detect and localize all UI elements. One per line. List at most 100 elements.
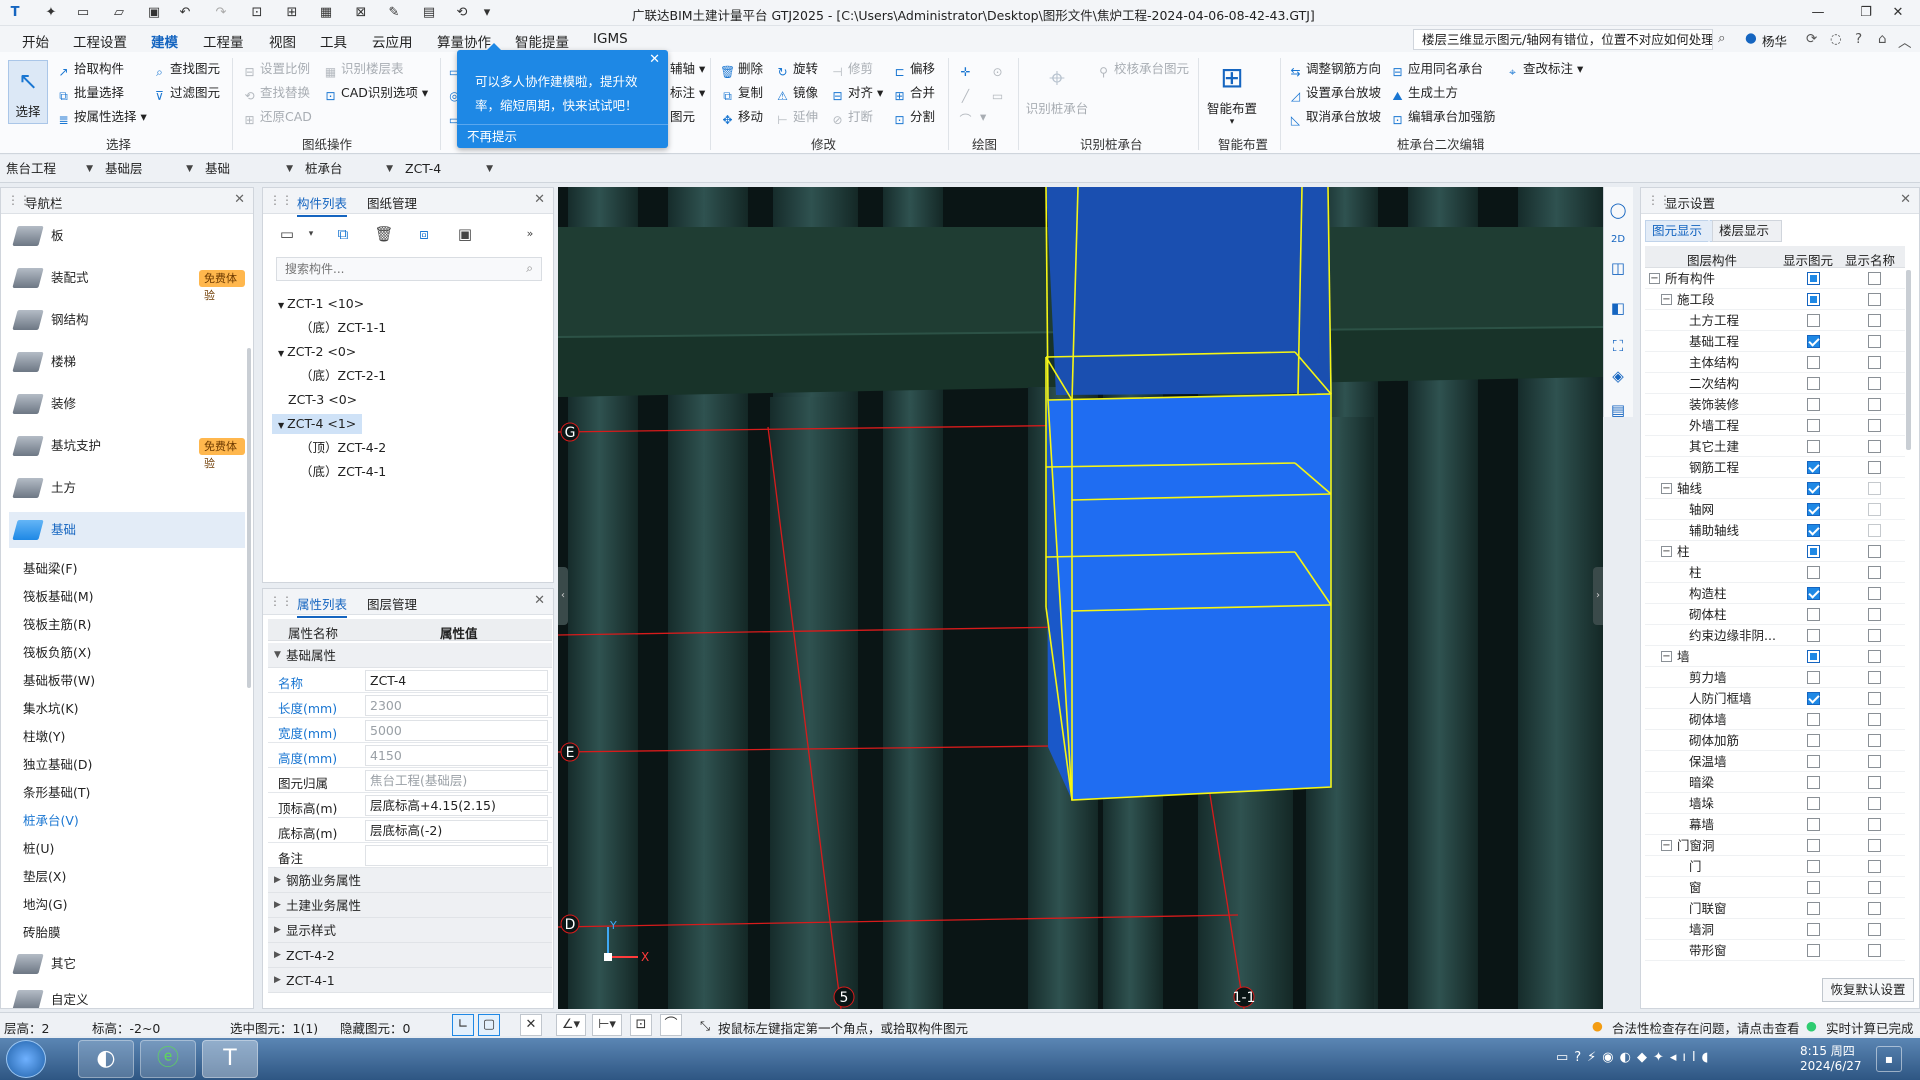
- nav-subitem[interactable]: 筏板主筋(R): [23, 614, 91, 633]
- copy-component-icon[interactable]: ⧉: [332, 223, 354, 245]
- component-select[interactable]: ZCT-4 ▼: [401, 158, 497, 180]
- show-name-checkbox[interactable]: [1868, 776, 1881, 789]
- adjust-rebar-direction-button[interactable]: ⇆ 调整钢筋方向: [1288, 59, 1381, 79]
- nav-subitem[interactable]: 柱墩(Y): [23, 726, 65, 745]
- show-name-checkbox[interactable]: [1868, 734, 1881, 747]
- grip-icon[interactable]: ⋮⋮: [269, 594, 293, 608]
- nav-subitem[interactable]: 筏板基础(M): [23, 586, 94, 605]
- pile-cap-zct-4[interactable]: [1045, 187, 1332, 801]
- quick-tool-3-icon[interactable]: ▦: [317, 4, 335, 22]
- show-element-checkbox[interactable]: [1807, 713, 1820, 726]
- tree-item[interactable]: ▼ ZCT-1 <10>: [278, 294, 364, 314]
- close-icon[interactable]: ✕: [534, 192, 545, 207]
- app-logo-icon[interactable]: T: [6, 4, 24, 22]
- dynamic-input-icon[interactable]: ⊡: [630, 1014, 652, 1036]
- layer-copy-icon[interactable]: ⧈: [413, 223, 435, 245]
- nav-item-other[interactable]: 其它: [9, 946, 245, 982]
- action-center-icon[interactable]: ▪: [1876, 1046, 1902, 1072]
- 3d-viewport[interactable]: G E D 5 1-1 Y X ‹ ›: [558, 187, 1603, 1009]
- close-icon[interactable]: ✕: [534, 593, 545, 608]
- floor-select[interactable]: 基础层 ▼: [101, 158, 197, 180]
- display-scrollbar[interactable]: [1906, 270, 1911, 450]
- set-cap-slope-button[interactable]: ◿ 设置承台放坡: [1288, 83, 1381, 103]
- delete-button[interactable]: 🗑 删除: [720, 59, 763, 79]
- nav-subitem[interactable]: 集水坑(K): [23, 698, 78, 717]
- show-element-checkbox[interactable]: [1807, 440, 1820, 453]
- quick-tool-1-icon[interactable]: ⊡: [248, 4, 266, 22]
- refresh-icon[interactable]: ⟳: [1806, 31, 1817, 47]
- dynamic-observe-icon[interactable]: ◈: [1606, 364, 1630, 388]
- show-name-checkbox[interactable]: [1868, 461, 1881, 474]
- pick-component-button[interactable]: ↗ 拾取构件: [56, 59, 124, 79]
- property-value-field[interactable]: ZCT-4: [365, 670, 548, 691]
- mirror-button[interactable]: ⚠ 镜像: [775, 83, 818, 103]
- show-name-checkbox[interactable]: [1868, 818, 1881, 831]
- view-settings-icon[interactable]: ▤: [1606, 398, 1630, 422]
- help-search-input[interactable]: 楼层三维显示图元/轴网有错位，位置不对应如何处理？: [1413, 29, 1713, 50]
- chat-icon[interactable]: ◌: [1830, 31, 1842, 47]
- minimize-button[interactable]: —: [1800, 2, 1836, 24]
- show-element-checkbox[interactable]: [1807, 671, 1820, 684]
- more-icon[interactable]: »: [519, 223, 541, 245]
- property-value-field[interactable]: [365, 845, 548, 866]
- tab-component-list[interactable]: 构件列表: [297, 193, 348, 217]
- warning-icon[interactable]: ●: [1592, 1018, 1603, 1033]
- menu-start[interactable]: 开始: [22, 31, 49, 51]
- collapse-right-handle[interactable]: ›: [1593, 567, 1603, 625]
- show-name-checkbox[interactable]: [1868, 272, 1881, 285]
- nav-subitem[interactable]: 垫层(X): [23, 866, 66, 885]
- show-element-checkbox[interactable]: [1807, 608, 1820, 621]
- aux-axis-button[interactable]: 辅轴 ▾: [670, 59, 705, 79]
- show-element-checkbox[interactable]: [1807, 272, 1820, 285]
- trim-button[interactable]: ⊣ 修剪: [830, 59, 873, 79]
- collapse-icon[interactable]: −: [1661, 483, 1672, 494]
- wireframe-icon[interactable]: ◧: [1606, 296, 1630, 320]
- tree-item[interactable]: ▼ ZCT-4 <1>: [272, 414, 363, 434]
- save-icon[interactable]: ▣: [145, 4, 163, 22]
- collapse-icon[interactable]: −: [1661, 651, 1672, 662]
- tab-floor-display[interactable]: 楼层显示: [1712, 220, 1782, 242]
- new-icon[interactable]: ✦: [42, 4, 60, 22]
- prop-group[interactable]: ▶ 钢筋业务属性: [268, 868, 552, 893]
- align-button[interactable]: ⊟ 对齐 ▾: [830, 83, 883, 103]
- component-library-icon[interactable]: ▣: [454, 223, 476, 245]
- extend-button[interactable]: ⊢ 延伸: [775, 107, 818, 127]
- close-icon[interactable]: ✕: [1900, 192, 1911, 207]
- settings-icon[interactable]: ⌂: [1878, 31, 1887, 47]
- new-component-icon[interactable]: ▭: [276, 223, 298, 245]
- fit-view-icon[interactable]: ⛶: [1606, 334, 1630, 358]
- cross-snap-icon[interactable]: ✕: [520, 1014, 542, 1036]
- view-dimensions-button[interactable]: ⌖ 查改标注 ▾: [1505, 59, 1583, 79]
- nav-subitem[interactable]: 独立基础(D): [23, 754, 92, 773]
- quick-access-dropdown-icon[interactable]: ▾: [478, 4, 496, 22]
- component-search-input[interactable]: ⌕: [276, 257, 542, 281]
- type-select[interactable]: 桩承台 ▼: [301, 158, 397, 180]
- tree-item[interactable]: ZCT-3 <0>: [278, 390, 357, 410]
- prop-group[interactable]: ▶ 显示样式: [268, 918, 552, 943]
- nav-item-custom[interactable]: 自定义: [9, 982, 245, 1008]
- property-value-field[interactable]: 2300: [365, 695, 548, 716]
- taskbar-app-1[interactable]: ◐: [78, 1040, 134, 1078]
- show-element-checkbox[interactable]: [1807, 692, 1820, 705]
- search-icon[interactable]: ⌕: [1718, 30, 1726, 46]
- offset-input-icon[interactable]: ⊢▾: [592, 1014, 622, 1036]
- menu-view[interactable]: 视图: [269, 31, 296, 51]
- nav-item-1[interactable]: 装配式 免费体验: [9, 260, 245, 302]
- draw-rect-button[interactable]: ▭: [990, 83, 1008, 103]
- delete-component-icon[interactable]: 🗑: [373, 223, 395, 245]
- draw-rotate-point-button[interactable]: ⊙: [990, 59, 1008, 79]
- show-name-checkbox[interactable]: [1868, 482, 1881, 495]
- select-button[interactable]: ↖ 选择: [8, 60, 48, 124]
- show-name-checkbox[interactable]: [1868, 608, 1881, 621]
- cancel-cap-slope-button[interactable]: ◺ 取消承台放坡: [1288, 107, 1381, 127]
- nav-subitem[interactable]: 桩承台(V): [23, 810, 79, 829]
- show-name-checkbox[interactable]: [1868, 755, 1881, 768]
- identify-floor-table-button[interactable]: ▦ 识别楼层表: [323, 59, 404, 79]
- find-element-button[interactable]: ⌕ 查找图元: [152, 59, 220, 79]
- collapse-icon[interactable]: −: [1649, 273, 1660, 284]
- viewport-canvas[interactable]: G E D 5 1-1 Y X: [558, 187, 1603, 1009]
- tree-item[interactable]: （顶）ZCT-4-2: [290, 438, 386, 458]
- show-name-checkbox[interactable]: [1868, 566, 1881, 579]
- annotation-button[interactable]: 标注 ▾: [670, 83, 705, 103]
- generate-earthwork-button[interactable]: ⛰ 生成土方: [1390, 83, 1458, 103]
